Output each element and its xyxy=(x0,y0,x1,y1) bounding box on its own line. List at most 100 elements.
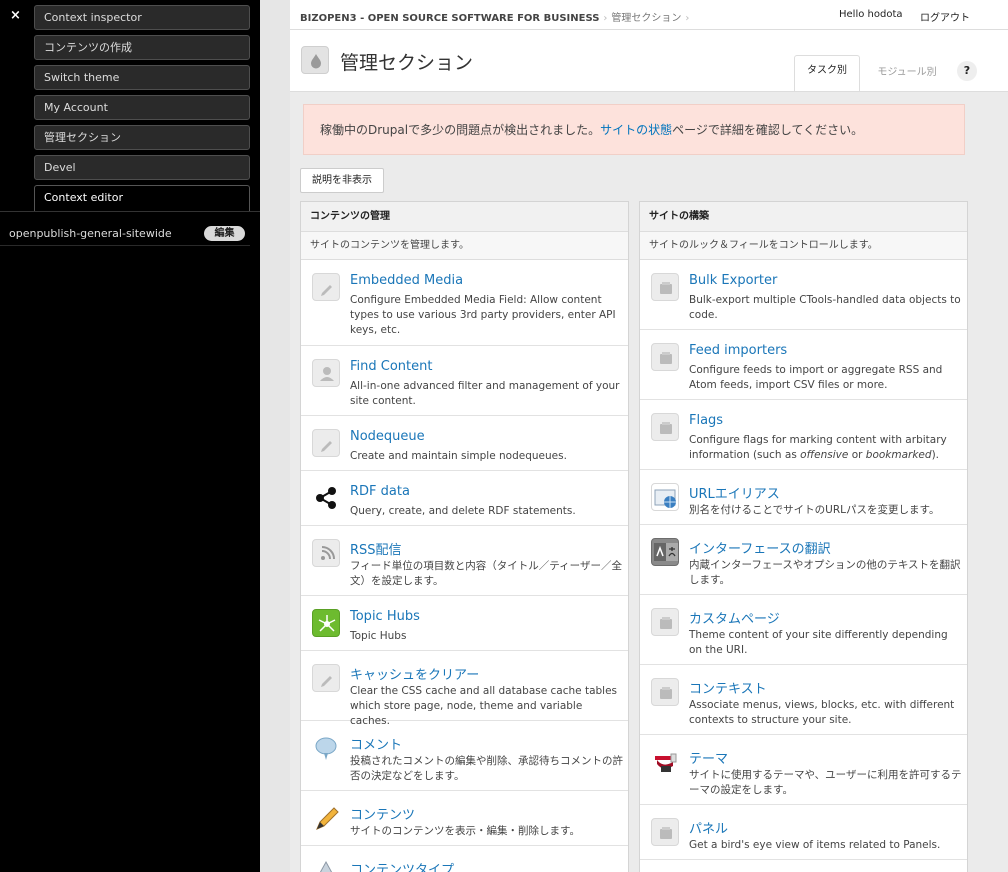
url-alias-icon xyxy=(651,483,679,511)
admin-item-comments[interactable]: コメント 投稿されたコメントの編集や削除、承認待ちコメントの許否の決定などをしま… xyxy=(301,721,628,791)
drupal-drop-icon xyxy=(301,46,329,74)
admin-item-custom-pages[interactable]: カスタムページ Theme content of your site diffe… xyxy=(640,595,967,665)
item-description: Configure Embedded Media Field: Allow co… xyxy=(350,294,616,336)
admin-item-bulk-exporter[interactable]: Bulk Exporter Bulk-export multiple CTool… xyxy=(640,260,967,330)
item-title[interactable]: インターフェースの翻訳 xyxy=(689,538,831,557)
admin-item-content-types[interactable]: コンテンツタイプ xyxy=(301,846,628,872)
sidebar-item-create-content[interactable]: コンテンツの作成 xyxy=(34,35,250,60)
item-description: Associate menus, views, blocks, etc. wit… xyxy=(689,699,955,726)
help-button[interactable]: ? xyxy=(957,61,977,81)
alert-text-after: ページで詳細を確認してください。 xyxy=(672,123,864,137)
admin-item-find-content[interactable]: Find Content All-in-one advanced filter … xyxy=(301,346,628,416)
admin-item-rss[interactable]: RSS配信 フィード単位の項目数と内容（タイトル／ティーザー／全文）を設定します… xyxy=(301,526,628,596)
hide-descriptions-button[interactable]: 説明を非表示 xyxy=(300,168,384,193)
admin-item-rdf-data[interactable]: RDF data Query, create, and delete RDF s… xyxy=(301,471,628,526)
panel-heading: コンテンツの管理 xyxy=(301,202,628,232)
admin-item-embedded-media[interactable]: Embedded Media Configure Embedded Media … xyxy=(301,260,628,346)
pencil-icon xyxy=(312,664,340,692)
sidebar-item-switch-theme[interactable]: Switch theme xyxy=(34,65,250,90)
admin-item-themes[interactable]: テーマ サイトに使用するテーマや、ユーザーに利用を許可するテーマの設定をします。 xyxy=(640,735,967,805)
comment-icon xyxy=(312,734,340,762)
admin-item-flags[interactable]: Flags Configure flags for marking conten… xyxy=(640,400,967,470)
item-title[interactable]: コンテンツ xyxy=(350,804,415,823)
triangle-icon xyxy=(312,859,340,872)
sidebar-item-my-account[interactable]: My Account xyxy=(34,95,250,120)
rss-icon xyxy=(312,539,340,567)
context-edit-button[interactable]: 編集 xyxy=(204,226,245,241)
item-title[interactable]: コメント xyxy=(350,734,402,753)
desc-emphasis: bookmarked xyxy=(865,449,932,461)
panel-description: サイトのコンテンツを管理します。 xyxy=(301,232,628,260)
item-title[interactable]: テーマ xyxy=(689,748,728,767)
page-gutter xyxy=(260,0,290,872)
breadcrumb-separator: › xyxy=(603,13,608,24)
admin-sidebar: × Context inspector コンテンツの作成 Switch them… xyxy=(0,0,260,872)
pencil-icon xyxy=(312,429,340,457)
admin-item-content[interactable]: コンテンツ サイトのコンテンツを表示・編集・削除します。 xyxy=(301,791,628,846)
panel-description: サイトのルック＆フィールをコントロールします。 xyxy=(640,232,967,260)
item-title[interactable]: Nodequeue xyxy=(350,429,425,444)
person-icon xyxy=(312,359,340,387)
item-description: サイトに使用するテーマや、ユーザーに利用を許可するテーマの設定をします。 xyxy=(689,769,962,796)
box-icon xyxy=(651,678,679,706)
item-title[interactable]: コンテキスト xyxy=(689,678,767,697)
item-description: 別名を付けることでサイトのURLパスを変更します。 xyxy=(689,504,940,516)
admin-item-translate-interface[interactable]: インターフェースの翻訳 内蔵インターフェースやオプションの他のテキストを翻訳しま… xyxy=(640,525,967,595)
breadcrumb-separator: › xyxy=(685,13,690,24)
item-title[interactable]: Embedded Media xyxy=(350,273,463,288)
admin-item-feed-importers[interactable]: Feed importers Configure feeds to import… xyxy=(640,330,967,400)
item-title[interactable]: RDF data xyxy=(350,484,410,499)
admin-item-panels[interactable]: パネル Get a bird's eye view of items relat… xyxy=(640,805,967,860)
admin-item-topic-hubs[interactable]: Topic Hubs Topic Hubs xyxy=(301,596,628,651)
item-title[interactable]: Bulk Exporter xyxy=(689,273,777,288)
box-icon xyxy=(651,343,679,371)
context-name: openpublish-general-sitewide xyxy=(9,227,172,240)
logout-link[interactable]: ログアウト xyxy=(920,9,970,24)
item-title[interactable]: Topic Hubs xyxy=(350,609,420,624)
close-icon[interactable]: × xyxy=(10,8,21,23)
admin-item-url-aliases[interactable]: URLエイリアス 別名を付けることでサイトのURLパスを変更します。 xyxy=(640,470,967,525)
item-title[interactable]: Find Content xyxy=(350,359,432,374)
admin-item-clear-cache[interactable]: キャッシュをクリアー Clear the CSS cache and all d… xyxy=(301,651,628,727)
desc-text: or xyxy=(848,449,866,461)
main-content: 管理セクション タスク別 モジュール別 ? 稼働中のDrupalで多少の問題点が… xyxy=(290,31,1008,872)
alert-text-before: 稼働中のDrupalで多少の問題点が検出されました。 xyxy=(320,123,601,137)
panel-heading: サイトの構築 xyxy=(640,202,967,232)
tab-by-task[interactable]: タスク別 xyxy=(794,55,860,91)
hub-icon xyxy=(312,609,340,637)
item-title[interactable]: コンテンツタイプ xyxy=(350,859,454,872)
sidebar-item-devel[interactable]: Devel xyxy=(34,155,250,180)
desc-text: ). xyxy=(931,449,939,461)
item-description: 内蔵インターフェースやオプションの他のテキストを翻訳します。 xyxy=(689,559,961,586)
item-title[interactable]: キャッシュをクリアー xyxy=(350,664,479,683)
box-icon xyxy=(651,608,679,636)
item-description: サイトのコンテンツを表示・編集・削除します。 xyxy=(350,825,580,837)
item-description: 投稿されたコメントの編集や削除、承認待ちコメントの許否の決定などをします。 xyxy=(350,755,623,782)
sidebar-item-context-editor[interactable]: Context editor xyxy=(34,185,250,211)
context-row: openpublish-general-sitewide 編集 xyxy=(0,222,250,246)
item-title[interactable]: Flags xyxy=(689,413,723,428)
item-title[interactable]: Feed importers xyxy=(689,343,787,358)
item-title[interactable]: カスタムページ xyxy=(689,608,780,627)
admin-item-nodequeue[interactable]: Nodequeue Create and maintain simple nod… xyxy=(301,416,628,471)
status-alert: 稼働中のDrupalで多少の問題点が検出されました。サイトの状態ページで詳細を確… xyxy=(303,104,965,155)
item-title[interactable]: URLエイリアス xyxy=(689,483,780,502)
item-description: Query, create, and delete RDF statements… xyxy=(350,505,576,517)
item-description: Create and maintain simple nodequeues. xyxy=(350,450,567,462)
breadcrumb-home[interactable]: BIZOPEN3 - OPEN SOURCE SOFTWARE FOR BUSI… xyxy=(300,13,599,24)
box-icon xyxy=(651,818,679,846)
breadcrumb-current[interactable]: 管理セクション xyxy=(611,13,681,24)
item-title[interactable]: パネル xyxy=(689,818,728,837)
status-report-link[interactable]: サイトの状態 xyxy=(600,123,672,137)
translate-icon xyxy=(651,538,679,566)
sidebar-item-administer[interactable]: 管理セクション xyxy=(34,125,250,150)
sidebar-item-context-inspector[interactable]: Context inspector xyxy=(34,5,250,30)
admin-item-context[interactable]: コンテキスト Associate menus, views, blocks, e… xyxy=(640,665,967,735)
content-management-panel: コンテンツの管理 サイトのコンテンツを管理します。 Embedded Media… xyxy=(300,201,629,872)
tab-by-module[interactable]: モジュール別 xyxy=(870,63,944,78)
box-icon xyxy=(651,413,679,441)
box-icon xyxy=(651,273,679,301)
site-building-panel: サイトの構築 サイトのルック＆フィールをコントロールします。 Bulk Expo… xyxy=(639,201,968,872)
item-title[interactable]: RSS配信 xyxy=(350,539,402,558)
greeting[interactable]: Hello hodota xyxy=(839,9,903,20)
